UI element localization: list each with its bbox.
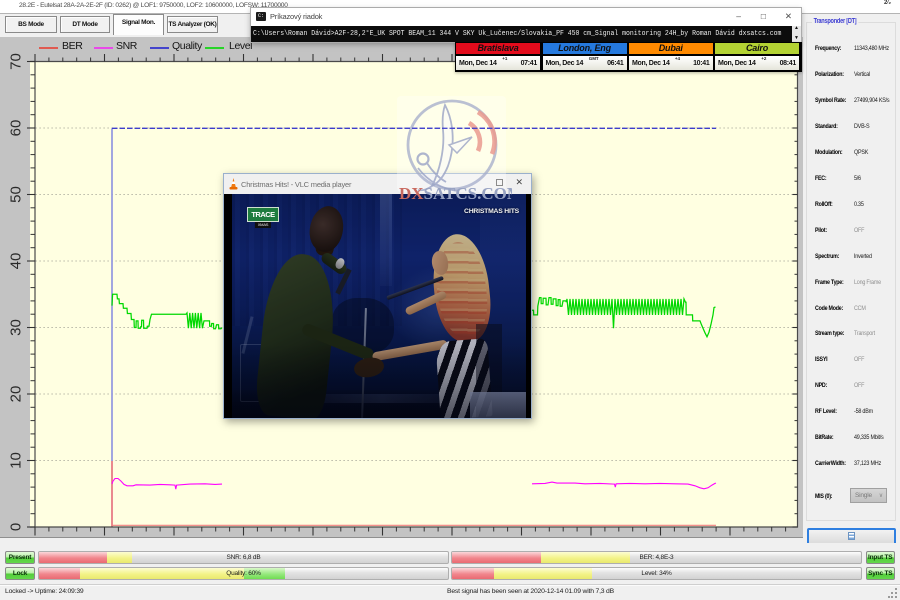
svg-text:50: 50 xyxy=(8,186,25,203)
svg-text:20: 20 xyxy=(8,386,25,403)
svg-text:30: 30 xyxy=(8,319,25,336)
svg-text:60: 60 xyxy=(8,120,25,137)
svg-text:0: 0 xyxy=(8,523,25,531)
svg-text:DXSATCS.COM: DXSATCS.COM xyxy=(399,184,512,203)
svg-text:70: 70 xyxy=(8,53,25,70)
svg-text:10: 10 xyxy=(8,452,25,469)
svg-text:40: 40 xyxy=(8,253,25,270)
